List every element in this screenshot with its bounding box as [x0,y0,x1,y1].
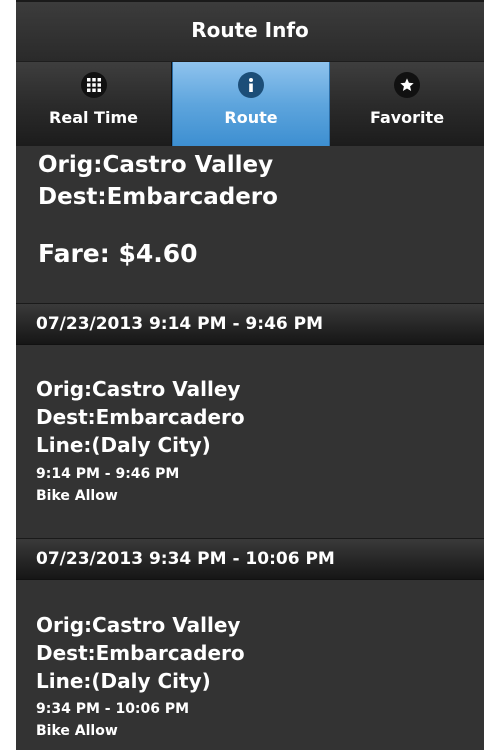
route-summary: Orig:Castro Valley Dest:Embarcadero Fare… [16,146,484,301]
tab-bar: Real Time Route Favorite [16,62,484,146]
trip-time: 9:14 PM - 9:46 PM [36,466,180,482]
trip-origin: Orig:Castro Valley [36,613,241,637]
trip-line: Line:(Daly City) [36,669,211,693]
app-window: Route Info Real Time Route Favorite Orig… [16,0,484,750]
trip-destination: Dest:Embarcadero [36,405,245,429]
tab-route[interactable]: Route [172,62,330,146]
star-icon [394,72,420,98]
trip-header-time: 07/23/2013 9:14 PM - 9:46 PM [36,314,324,334]
tab-favorite-label: Favorite [369,108,445,127]
trip-time: 9:34 PM - 10:06 PM [36,701,190,717]
page-title: Route Info [191,18,309,42]
trip-bike: Bike Allow [36,488,118,504]
trip-destination: Dest:Embarcadero [36,641,245,665]
trip-origin: Orig:Castro Valley [36,377,241,401]
trip-details: Orig:Castro Valley Dest:Embarcadero Line… [16,345,484,537]
tab-real-time-label: Real Time [49,108,138,127]
grid-icon [80,72,107,98]
trip-header-time: 07/23/2013 9:34 PM - 10:06 PM [36,549,335,569]
trip-header[interactable]: 07/23/2013 9:34 PM - 10:06 PM [16,538,484,580]
tab-favorite[interactable]: Favorite [330,62,484,146]
title-bar: Route Info [16,0,484,62]
trip-details: Orig:Castro Valley Dest:Embarcadero Line… [16,580,484,750]
trip-line: Line:(Daly City) [36,433,211,457]
tab-real-time[interactable]: Real Time [16,62,172,146]
summary-origin: Orig:Castro Valley [38,152,274,178]
trip-header[interactable]: 07/23/2013 9:14 PM - 9:46 PM [16,303,484,345]
trip-bike: Bike Allow [36,723,118,739]
info-icon [238,72,264,98]
summary-destination: Dest:Embarcadero [38,184,278,210]
tab-route-label: Route [224,108,278,127]
summary-fare: Fare: $4.60 [38,239,198,268]
